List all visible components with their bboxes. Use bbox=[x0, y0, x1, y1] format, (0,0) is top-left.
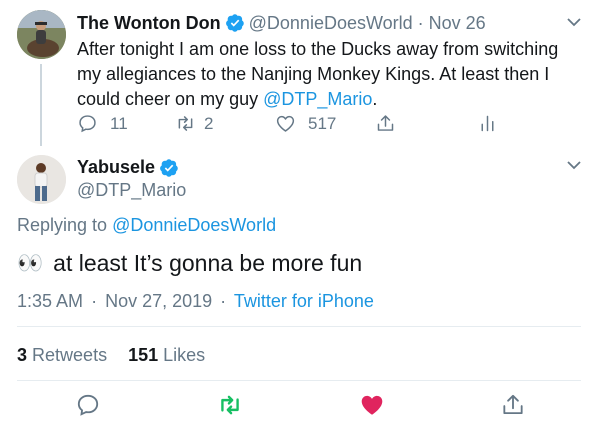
parent-tweet-text: After tonight I am one loss to the Ducks… bbox=[77, 37, 582, 112]
parent-handle[interactable]: @DonnieDoesWorld bbox=[249, 13, 413, 34]
reply-icon bbox=[77, 394, 99, 416]
main-text-body: at least It’s gonna be more fun bbox=[53, 250, 363, 276]
main-handle[interactable]: @DTP_Mario bbox=[77, 180, 186, 201]
share-icon bbox=[503, 394, 523, 415]
retweet-count: 2 bbox=[204, 113, 214, 133]
meta-separator: · bbox=[91, 291, 98, 311]
reply-icon bbox=[79, 115, 96, 133]
main-like-button[interactable] bbox=[359, 392, 385, 418]
main-chevron-down-icon[interactable] bbox=[567, 161, 581, 170]
analytics-icon bbox=[481, 115, 494, 132]
tweet-source-link[interactable]: Twitter for iPhone bbox=[234, 291, 374, 311]
retweets-stat-label: Retweets bbox=[32, 345, 108, 365]
avatar-photo bbox=[17, 155, 66, 204]
replying-to: Replying to @DonnieDoesWorld bbox=[17, 215, 276, 236]
heart-filled-icon bbox=[361, 395, 383, 415]
parent-display-name[interactable]: The Wonton Don bbox=[77, 13, 221, 34]
parent-mention-link[interactable]: @DTP_Mario bbox=[263, 89, 372, 109]
engagement-stats: 3 Retweets 151 Likes bbox=[17, 345, 205, 366]
header-separator: · bbox=[417, 12, 424, 33]
main-display-name[interactable]: Yabusele bbox=[77, 157, 155, 178]
tweet-date[interactable]: Nov 27, 2019 bbox=[105, 291, 212, 311]
divider bbox=[17, 326, 581, 327]
main-avatar[interactable] bbox=[17, 155, 66, 204]
main-share-button[interactable] bbox=[500, 392, 526, 418]
analytics-button[interactable] bbox=[477, 113, 498, 134]
verified-badge-icon bbox=[225, 14, 244, 32]
likes-stat-label: Likes bbox=[163, 345, 206, 365]
like-button[interactable]: 517 bbox=[275, 113, 336, 134]
like-count: 517 bbox=[308, 113, 337, 133]
heart-icon bbox=[276, 115, 295, 132]
main-tweet-text: 👀 at least It’s gonna be more fun bbox=[17, 250, 362, 277]
parent-avatar[interactable] bbox=[17, 10, 66, 59]
reply-count: 11 bbox=[110, 113, 128, 133]
parent-chevron-down-icon[interactable] bbox=[567, 18, 581, 27]
eyes-emoji: 👀 bbox=[17, 251, 44, 275]
main-header: Yabusele bbox=[77, 157, 179, 178]
main-retweet-button[interactable] bbox=[217, 392, 243, 418]
meta-separator: · bbox=[220, 291, 227, 311]
avatar-photo bbox=[17, 10, 66, 59]
parent-header: The Wonton Don @DonnieDoesWorld · Nov 26 bbox=[77, 12, 486, 34]
likes-stat[interactable]: 151 Likes bbox=[128, 345, 205, 365]
main-action-bar bbox=[0, 392, 598, 420]
tweet-time[interactable]: 1:35 AM bbox=[17, 291, 83, 311]
retweet-icon bbox=[178, 116, 193, 131]
parent-date[interactable]: Nov 26 bbox=[429, 13, 486, 34]
likes-stat-count: 151 bbox=[128, 345, 159, 365]
replying-handle-link[interactable]: @DonnieDoesWorld bbox=[112, 215, 276, 235]
main-reply-button[interactable] bbox=[75, 392, 101, 418]
share-button[interactable] bbox=[375, 113, 396, 134]
retweet-button[interactable]: 2 bbox=[175, 113, 213, 134]
parent-text-after: . bbox=[372, 89, 378, 109]
share-icon bbox=[377, 115, 394, 131]
retweet-icon bbox=[221, 395, 239, 415]
thread-line bbox=[40, 64, 42, 146]
verified-badge-icon bbox=[160, 158, 178, 177]
reply-button[interactable]: 11 bbox=[77, 113, 128, 134]
tweet-meta: 1:35 AM · Nov 27, 2019 · Twitter for iPh… bbox=[17, 291, 374, 312]
retweets-stat[interactable]: 3 Retweets bbox=[17, 345, 107, 365]
divider bbox=[17, 380, 581, 381]
replying-prefix: Replying to bbox=[17, 215, 113, 235]
retweets-stat-count: 3 bbox=[17, 345, 28, 365]
